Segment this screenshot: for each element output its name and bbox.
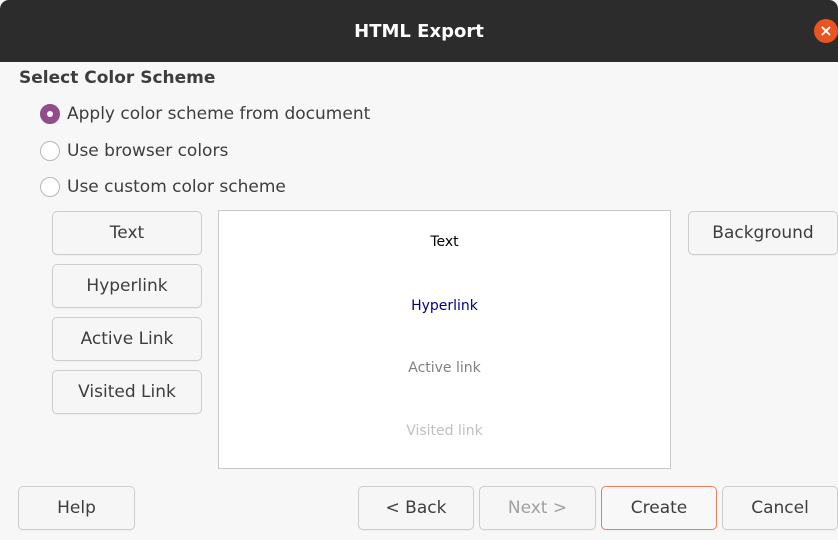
hyperlink-color-button[interactable]: Hyperlink <box>52 264 202 308</box>
next-button[interactable]: Next > <box>479 486 596 530</box>
dialog-title: HTML Export <box>354 20 484 42</box>
radio-button[interactable] <box>40 177 60 197</box>
preview-visited-link: Visited link <box>406 423 483 439</box>
close-icon[interactable]: × <box>814 19 838 43</box>
back-button[interactable]: < Back <box>358 486 474 530</box>
radio-button-checked[interactable] <box>40 104 60 124</box>
preview-active-link: Active link <box>408 360 481 376</box>
active-link-color-button[interactable]: Active Link <box>52 317 202 361</box>
radio-browser-colors[interactable]: Use browser colors <box>40 139 228 163</box>
radio-apply-from-document[interactable]: Apply color scheme from document <box>40 102 370 126</box>
text-color-button[interactable]: Text <box>52 211 202 255</box>
visited-link-color-button[interactable]: Visited Link <box>52 370 202 414</box>
preview-hyperlink: Hyperlink <box>411 298 478 314</box>
html-export-dialog: HTML Export × Select Color Scheme Apply … <box>0 0 838 540</box>
create-button[interactable]: Create <box>601 486 717 530</box>
background-color-button[interactable]: Background <box>688 211 838 255</box>
cancel-button[interactable]: Cancel <box>722 486 838 530</box>
help-button[interactable]: Help <box>18 486 135 530</box>
radio-label: Use browser colors <box>67 141 229 161</box>
preview-text: Text <box>430 234 459 250</box>
section-title: Select Color Scheme <box>19 68 216 88</box>
radio-label: Use custom color scheme <box>67 177 286 197</box>
title-bar[interactable]: HTML Export × <box>0 0 838 62</box>
radio-label: Apply color scheme from document <box>67 104 371 124</box>
radio-custom-color-scheme[interactable]: Use custom color scheme <box>40 175 286 199</box>
dialog-content: Select Color Scheme Apply color scheme f… <box>0 62 838 540</box>
radio-button[interactable] <box>40 141 60 161</box>
color-preview-panel: Text Hyperlink Active link Visited link <box>218 210 671 469</box>
